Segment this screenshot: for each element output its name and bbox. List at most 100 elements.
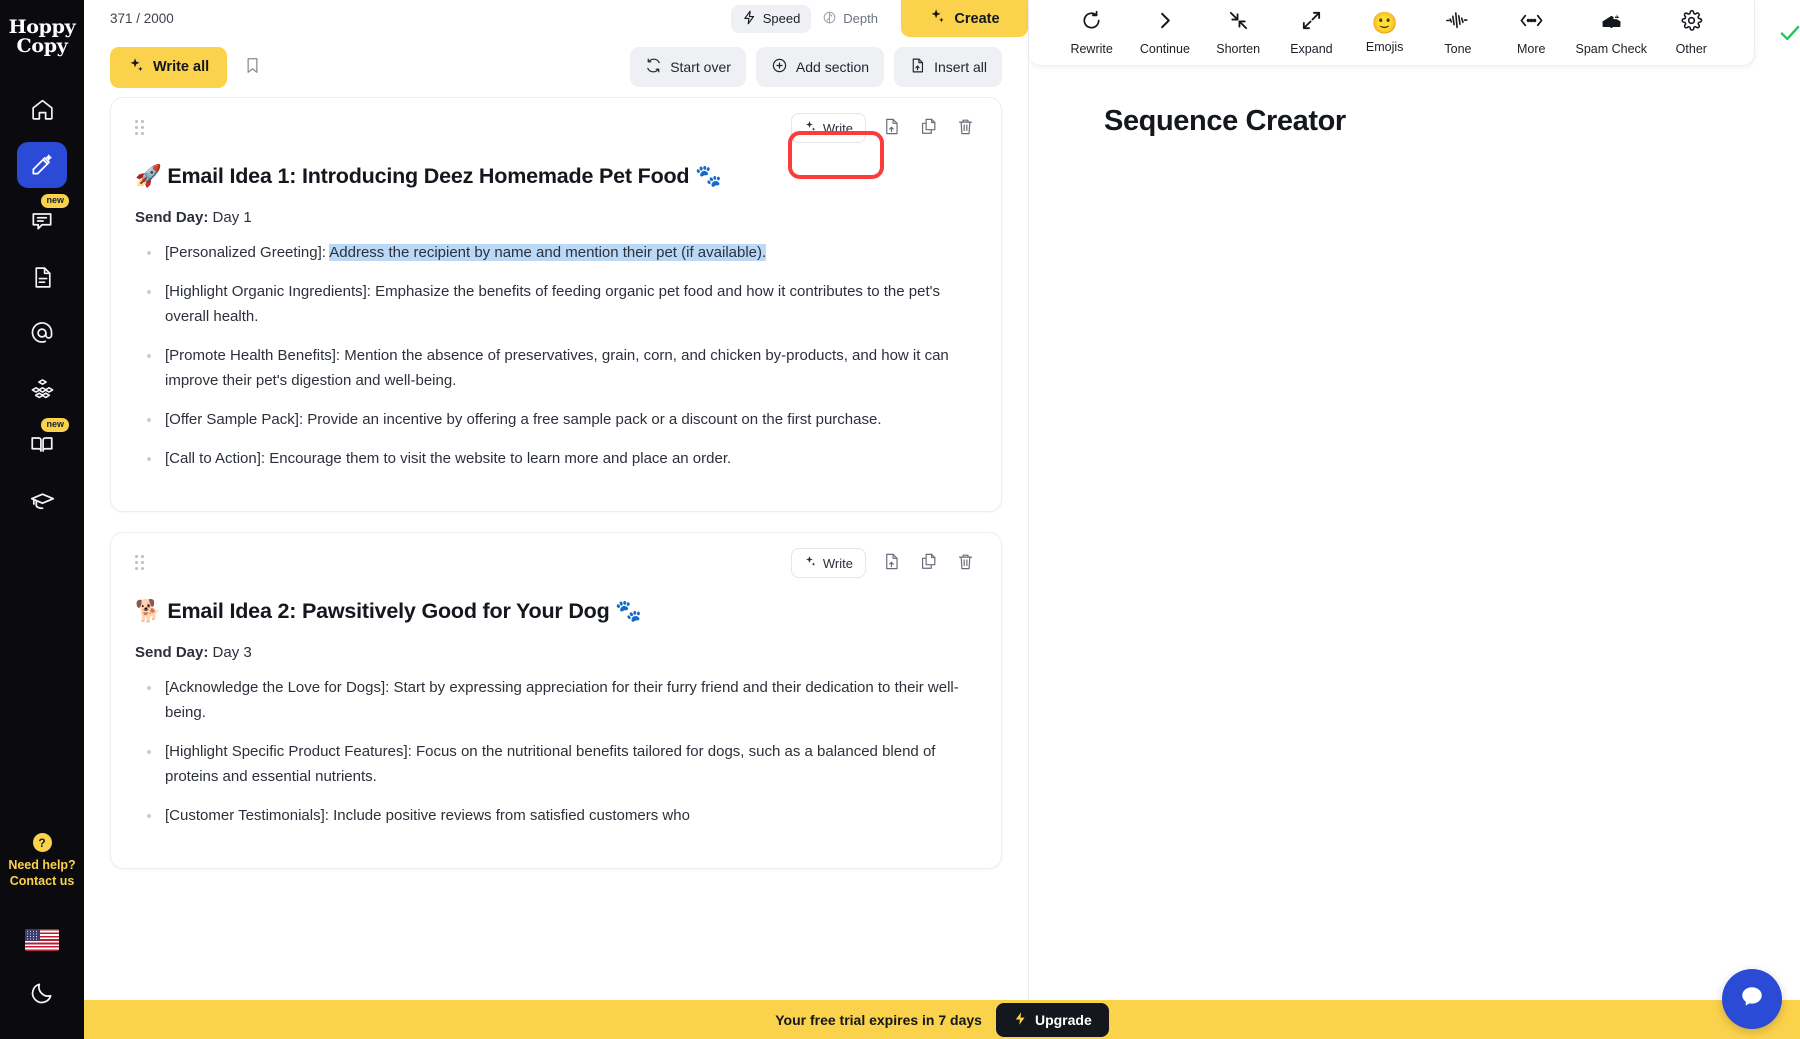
editor-action-bar: Write all Start over Add	[84, 37, 1028, 97]
card-delete-button[interactable]	[954, 550, 977, 576]
sidebar-item-library[interactable]: new	[17, 422, 67, 468]
mode-depth-toggle[interactable]: Depth	[811, 5, 889, 33]
ai-action-tone[interactable]: Tone	[1429, 9, 1487, 56]
logo-line-2: Copy	[9, 37, 76, 56]
card-delete-button[interactable]	[954, 115, 977, 141]
list-item[interactable]: [Highlight Specific Product Features]: F…	[135, 739, 977, 789]
ai-action-emojis[interactable]: 🙂 Emojis	[1356, 12, 1414, 54]
sidebar-item-academy[interactable]	[17, 478, 67, 524]
create-button[interactable]: Create	[901, 0, 1028, 37]
bullet-text-plain: [Highlight Organic Ingredients]: Emphasi…	[165, 283, 940, 325]
sidebar-item-templates[interactable]	[17, 366, 67, 412]
add-section-button[interactable]: Add section	[756, 47, 884, 87]
write-all-label: Write all	[153, 59, 209, 75]
card-write-label: Write	[823, 121, 853, 136]
send-day-value: Day 1	[213, 209, 252, 226]
list-item[interactable]: [Acknowledge the Love for Dogs]: Start b…	[135, 675, 977, 725]
write-all-button[interactable]: Write all	[110, 47, 227, 88]
ai-action-expand[interactable]: Expand	[1282, 9, 1340, 56]
file-insert-icon	[882, 552, 901, 574]
us-flag-icon[interactable]	[25, 929, 59, 951]
editor-column: 371 / 2000 Speed Depth	[84, 0, 1029, 1039]
list-item[interactable]: [Highlight Organic Ingredients]: Emphasi…	[135, 279, 977, 329]
start-over-button[interactable]: Start over	[630, 47, 746, 87]
copy-icon	[919, 117, 938, 139]
list-item[interactable]: [Promote Health Benefits]: Mention the a…	[135, 343, 977, 393]
chat-bubble-icon	[29, 208, 55, 234]
home-icon	[30, 97, 55, 122]
bullet-text-plain: [Customer Testimonials]: Include positiv…	[165, 807, 690, 824]
green-check-icon[interactable]	[1777, 20, 1800, 51]
bullet-text-plain: [Call to Action]: Encourage them to visi…	[165, 450, 731, 467]
help-line-1: Need help?	[8, 857, 75, 873]
send-day-label: Send Day:	[135, 209, 208, 226]
insert-all-label: Insert all	[934, 59, 987, 75]
document-scroll-area[interactable]: Write	[84, 97, 1028, 1039]
trial-banner-text: Your free trial expires in 7 days	[775, 1012, 982, 1028]
sidebar-badge-new-chat: new	[41, 194, 69, 208]
ai-action-more[interactable]: More	[1502, 9, 1560, 56]
card-insert-button[interactable]	[880, 115, 903, 141]
ai-action-label: Rewrite	[1070, 42, 1112, 56]
chat-widget-button[interactable]	[1722, 969, 1782, 1029]
start-over-label: Start over	[670, 59, 731, 75]
ai-action-other[interactable]: Other	[1662, 9, 1720, 56]
sidebar-item-chat[interactable]: new	[17, 198, 67, 244]
list-item[interactable]: [Offer Sample Pack]: Provide an incentiv…	[135, 407, 977, 432]
blocks-icon	[29, 376, 56, 403]
drag-handle-icon[interactable]	[135, 555, 149, 571]
arrows-in-icon	[1227, 9, 1250, 37]
ai-action-label: Continue	[1140, 42, 1190, 56]
graduation-cap-icon	[29, 488, 56, 515]
help-block[interactable]: ? Need help? Contact us	[0, 833, 84, 889]
magic-wand-icon	[29, 152, 55, 178]
card-write-button[interactable]: Write	[791, 113, 866, 143]
sparkles-icon	[929, 8, 946, 29]
brain-icon	[822, 10, 837, 28]
list-item[interactable]: [Customer Testimonials]: Include positiv…	[135, 803, 977, 828]
email-outline-list[interactable]: [Acknowledge the Love for Dogs]: Start b…	[135, 675, 977, 828]
drag-handle-icon[interactable]	[135, 120, 149, 136]
bullet-text-plain: [Offer Sample Pack]: Provide an incentiv…	[165, 411, 882, 428]
moon-icon[interactable]	[29, 980, 55, 1011]
sidebar-item-campaigns[interactable]	[17, 142, 67, 188]
email-card: Write	[110, 97, 1002, 512]
sidebar-item-home[interactable]	[17, 86, 67, 132]
card-insert-button[interactable]	[880, 550, 903, 576]
card-write-button[interactable]: Write	[791, 548, 866, 578]
list-item[interactable]: [Personalized Greeting]: Address the rec…	[135, 240, 977, 265]
ai-action-continue[interactable]: Continue	[1136, 9, 1194, 56]
mode-speed-toggle[interactable]: Speed	[731, 5, 812, 33]
character-counter: 371 / 2000	[110, 11, 174, 26]
book-icon	[29, 432, 55, 458]
ai-action-label: Other	[1676, 42, 1707, 56]
bookmark-button[interactable]	[235, 48, 270, 86]
upgrade-button[interactable]: Upgrade	[996, 1003, 1109, 1037]
list-item[interactable]: [Call to Action]: Encourage them to visi…	[135, 446, 977, 471]
sidebar-item-email[interactable]	[17, 310, 67, 356]
app-logo[interactable]: Hoppy Copy	[9, 18, 76, 56]
sparkles-icon	[804, 555, 817, 571]
ai-action-shorten[interactable]: Shorten	[1209, 9, 1267, 56]
mode-speed-label: Speed	[763, 11, 801, 26]
sidebar-item-documents[interactable]	[17, 254, 67, 300]
insert-all-button[interactable]: Insert all	[894, 47, 1002, 87]
card-header: Write	[135, 114, 977, 142]
card-copy-button[interactable]	[917, 550, 940, 576]
upgrade-button-label: Upgrade	[1035, 1012, 1092, 1028]
send-day-row: Send Day: Day 3	[135, 644, 977, 661]
ai-actions-toolbar: Rewrite Continue Shorten Expand	[1029, 0, 1755, 66]
sparkles-icon	[804, 120, 817, 136]
ai-action-spam-check[interactable]: Spam Check	[1575, 9, 1647, 56]
ai-action-label: More	[1517, 42, 1545, 56]
card-copy-button[interactable]	[917, 115, 940, 141]
bullet-text-selected: Address the recipient by name and mentio…	[329, 244, 766, 261]
email-outline-list[interactable]: [Personalized Greeting]: Address the rec…	[135, 240, 977, 471]
help-line-2: Contact us	[8, 873, 75, 889]
file-insert-icon	[882, 117, 901, 139]
ai-action-rewrite[interactable]: Rewrite	[1063, 9, 1121, 56]
file-insert-icon	[909, 57, 926, 77]
ai-action-label: Expand	[1290, 42, 1332, 56]
send-day-label: Send Day:	[135, 644, 208, 661]
chat-bubble-icon	[1737, 982, 1767, 1017]
